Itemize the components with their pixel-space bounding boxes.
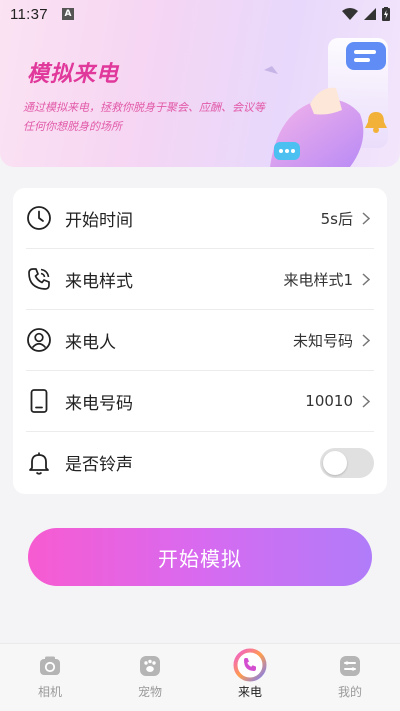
signal-icon: [364, 8, 376, 20]
chevron-right-icon: [362, 333, 374, 347]
nav-item-mine[interactable]: 我的: [300, 644, 400, 711]
caller-value: 未知号码: [292, 331, 353, 350]
caller-label: 来电人: [65, 332, 116, 353]
status-time: 11:37: [10, 5, 48, 23]
start-simulation-button[interactable]: 开始模拟: [28, 528, 372, 586]
bell-icon: [26, 450, 52, 476]
banner-illustration: [264, 38, 388, 167]
caller-number-row[interactable]: 来电号码 10010: [26, 371, 374, 432]
status-icons: [342, 7, 390, 21]
profile-icon: [338, 654, 362, 678]
header-banner: 11:37 A 模拟来电 通过模拟来电，拯救你脱身于聚会、应酬、会议等任何你想脱…: [0, 0, 400, 167]
mobile-phone-icon: [26, 388, 52, 414]
caller-number-label: 来电号码: [65, 393, 133, 414]
toggle-knob: [323, 450, 347, 475]
caller-number-value: 10010: [305, 392, 353, 410]
ringtone-row: 是否铃声: [26, 432, 374, 493]
start-time-label: 开始时间: [65, 210, 133, 231]
start-time-value: 5s后: [320, 209, 353, 228]
clock-icon: [26, 205, 52, 231]
nav-item-camera[interactable]: 相机: [0, 644, 100, 711]
nav-item-pet[interactable]: 宠物: [100, 644, 200, 711]
chevron-right-icon: [362, 211, 374, 225]
phone-call-icon: [233, 648, 267, 682]
call-style-row[interactable]: 来电样式 来电样式1: [26, 249, 374, 310]
nav-label-mine: 我的: [337, 685, 362, 699]
nav-item-call[interactable]: 来电: [200, 644, 300, 711]
start-time-row[interactable]: 开始时间 5s后: [26, 188, 374, 249]
call-style-label: 来电样式: [65, 271, 133, 292]
nav-label-camera: 相机: [37, 685, 62, 699]
battery-icon: [382, 7, 390, 21]
paw-icon: [138, 654, 162, 678]
phone-call-icon: [26, 266, 52, 292]
bottom-nav: 相机 宠物 来电 我的: [0, 643, 400, 711]
chevron-right-icon: [362, 272, 374, 286]
nav-label-call: 来电: [237, 685, 262, 699]
nav-label-pet: 宠物: [137, 685, 162, 699]
ringtone-label: 是否铃声: [65, 455, 133, 475]
notification-icon: A: [61, 8, 74, 20]
page-subtitle: 通过模拟来电，拯救你脱身于聚会、应酬、会议等任何你想脱身的场所: [23, 101, 265, 133]
wifi-icon: [342, 8, 358, 20]
chevron-right-icon: [362, 394, 374, 408]
camera-icon: [38, 654, 62, 678]
call-style-value: 来电样式1: [283, 270, 353, 289]
settings-card: 开始时间 5s后 来电样式 来电样式1 来电人 未知号码 来电号码 10010 …: [13, 188, 387, 494]
status-bar: 11:37 A: [0, 0, 400, 28]
person-icon: [26, 327, 52, 353]
ringtone-toggle[interactable]: [320, 447, 374, 478]
page-title: 模拟来电: [27, 62, 120, 87]
caller-row[interactable]: 来电人 未知号码: [26, 310, 374, 371]
